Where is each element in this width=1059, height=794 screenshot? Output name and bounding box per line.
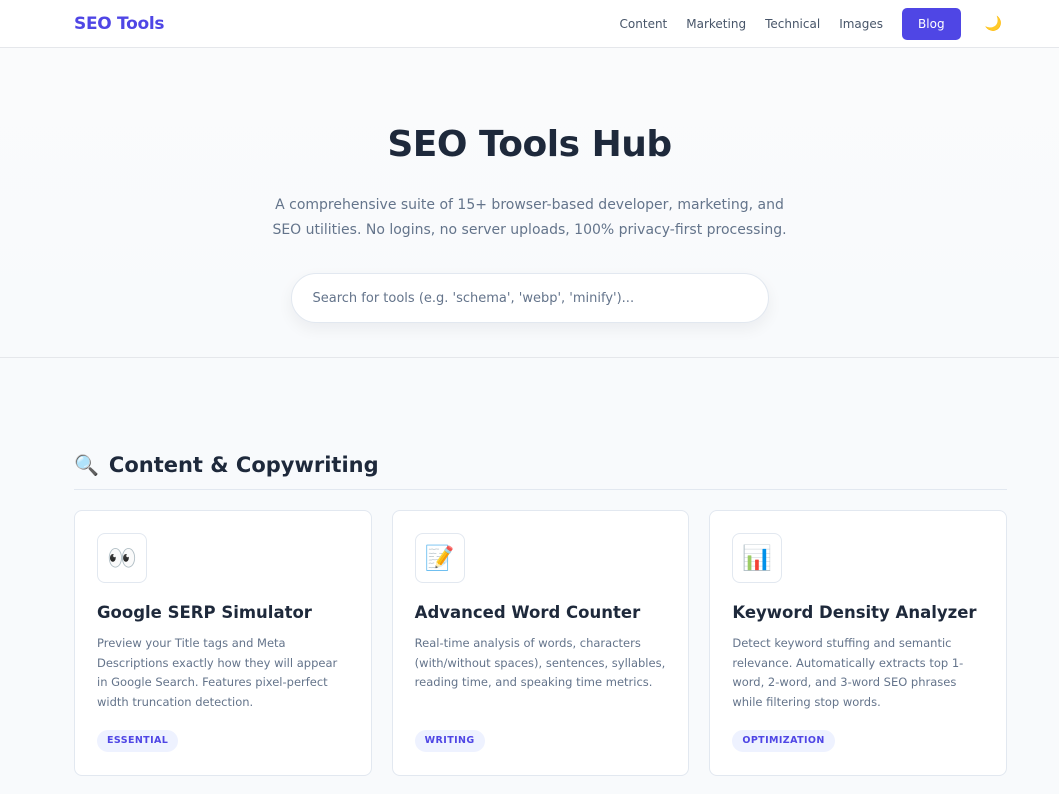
card-description: Detect keyword stuffing and semantic rel… — [732, 636, 964, 709]
card-badge: OPTIMIZATION — [732, 730, 835, 752]
card-description: Preview your Title tags and Meta Descrip… — [97, 636, 338, 709]
magnifier-icon: 🔍 — [74, 453, 99, 477]
hero-section: SEO Tools Hub A comprehensive suite of 1… — [0, 48, 1059, 358]
card-badge: WRITING — [414, 730, 485, 752]
nav-link-content[interactable]: Content — [620, 17, 668, 31]
nav-link-images[interactable]: Images — [839, 17, 883, 31]
tool-card-serp-simulator[interactable]: 👀 Google SERP Simulator Preview your Tit… — [74, 510, 372, 776]
nav-link-marketing[interactable]: Marketing — [686, 17, 746, 31]
search-box — [290, 273, 769, 323]
card-title: Keyword Density Analyzer — [732, 603, 977, 622]
main-content: 🔍 Content & Copywriting 👀 Google SERP Si… — [0, 358, 1059, 776]
tool-card-word-counter[interactable]: 📝 Advanced Word Counter Real-time analys… — [391, 510, 690, 776]
card-title: Google SERP Simulator — [97, 603, 312, 622]
memo-icon: 📝 — [414, 533, 465, 583]
search-input[interactable] — [310, 289, 749, 307]
top-navbar: SEO Tools Content Marketing Technical Im… — [0, 0, 1059, 48]
moon-icon[interactable]: 🌙 — [985, 16, 1002, 32]
section-header: 🔍 Content & Copywriting — [74, 453, 1007, 490]
card-title: Advanced Word Counter — [414, 603, 641, 622]
bar-chart-icon: 📊 — [732, 533, 783, 583]
tool-card-grid: 👀 Google SERP Simulator Preview your Tit… — [74, 510, 1008, 776]
eyes-icon: 👀 — [97, 533, 147, 583]
tool-card-keyword-density[interactable]: 📊 Keyword Density Analyzer Detect keywor… — [709, 510, 1008, 776]
card-badge: ESSENTIAL — [97, 730, 179, 752]
nav-links: Content Marketing Technical Images Blog … — [620, 7, 1002, 40]
section-title: Content & Copywriting — [108, 453, 379, 477]
nav-link-technical[interactable]: Technical — [765, 17, 820, 31]
site-logo[interactable]: SEO Tools — [74, 14, 164, 34]
card-description: Real-time analysis of words, characters … — [414, 636, 666, 689]
blog-button[interactable]: Blog — [902, 7, 961, 40]
page-title: SEO Tools Hub — [387, 124, 672, 165]
hero-subtitle: A comprehensive suite of 15+ browser-bas… — [272, 197, 787, 238]
